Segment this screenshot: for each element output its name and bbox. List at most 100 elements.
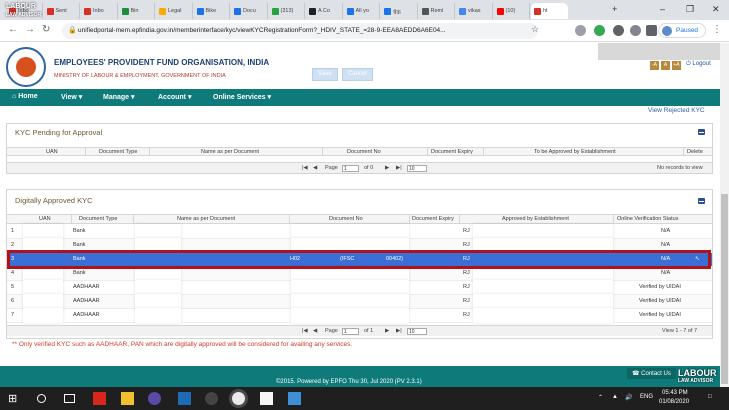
app-icon[interactable] — [288, 392, 301, 405]
app-icon[interactable] — [178, 392, 191, 405]
lock-icon: 🔒 — [68, 27, 77, 34]
col-document-no: Document No — [329, 216, 363, 222]
first-page-icon[interactable]: |◀ — [302, 165, 308, 171]
minimize-button[interactable]: – — [660, 4, 665, 14]
font-normal-button[interactable]: A — [661, 61, 670, 70]
browser-tab[interactable]: (313) — [269, 3, 305, 19]
browser-tab[interactable]: vikas — [456, 3, 493, 19]
volume-icon[interactable]: 🔊 — [625, 394, 632, 401]
font-increase-button[interactable]: +A — [672, 61, 681, 70]
next-page-icon[interactable]: ▶ — [385, 165, 389, 171]
save-button[interactable]: Save — [312, 68, 338, 81]
font-decrease-button[interactable]: -A — [650, 61, 659, 70]
scrollbar-thumb[interactable] — [721, 194, 728, 384]
browser-tab[interactable]: ht — [531, 3, 568, 19]
first-page-icon[interactable]: |◀ — [302, 328, 308, 334]
nav-view[interactable]: View ▾ — [61, 93, 82, 101]
collapse-icon[interactable] — [698, 129, 705, 135]
new-tab-button[interactable]: + — [612, 4, 617, 14]
tab-label: All yo — [355, 8, 369, 14]
nav-manage[interactable]: Manage ▾ — [103, 93, 135, 101]
page-number-input[interactable]: 1 — [342, 164, 359, 172]
tab-label: Docu — [243, 8, 256, 14]
browser-tab[interactable]: All yo — [344, 3, 380, 19]
puzzle-icon[interactable] — [646, 25, 657, 36]
close-window-button[interactable]: ✕ — [712, 4, 720, 15]
tab-favicon-icon — [459, 8, 466, 15]
windows-start-icon[interactable]: ⊞ — [8, 392, 21, 405]
browser-tab[interactable]: Bike — [194, 3, 230, 19]
cell-verification-status: N/A — [661, 228, 671, 234]
contact-us-link[interactable]: ☎ Contact Us — [627, 368, 676, 379]
prev-page-icon[interactable]: ◀ — [313, 165, 317, 171]
bookmark-star-icon[interactable]: ☆ — [531, 24, 539, 35]
page-size-select[interactable]: 10 — [407, 327, 427, 335]
nav-account[interactable]: Account ▾ — [158, 93, 191, 101]
tab-favicon-icon — [46, 8, 54, 15]
next-page-icon[interactable]: ▶ — [385, 328, 389, 334]
app-icon[interactable] — [260, 392, 273, 405]
cell-verification-status: N/A — [661, 242, 671, 248]
page-number-input[interactable]: 1 — [342, 327, 359, 335]
extension-icon[interactable] — [575, 25, 586, 36]
file-explorer-icon[interactable] — [121, 392, 134, 405]
nav-account-label: Account — [158, 94, 186, 101]
menu-dots-icon[interactable]: ⋮ — [712, 24, 722, 35]
col-name: Name as per Document — [201, 149, 260, 155]
col-document-no: Document No — [347, 149, 381, 155]
contact-label: Contact Us — [641, 371, 671, 377]
approved-title: Digitally Approved KYC — [15, 196, 93, 205]
tray-up-icon[interactable]: ⌃ — [598, 394, 603, 401]
chrome-icon[interactable] — [232, 392, 245, 405]
network-icon[interactable]: ▲ — [612, 394, 618, 400]
clock-time[interactable]: 05:43 PM — [662, 390, 688, 396]
pdf-app-icon[interactable] — [93, 392, 106, 405]
task-view-icon[interactable] — [64, 394, 75, 403]
nav-home[interactable]: ⌂ Home — [12, 93, 38, 100]
extension-icon[interactable] — [613, 25, 624, 36]
page-size-select[interactable]: 10 — [407, 164, 427, 172]
browser-tab[interactable]: Sent — [44, 3, 80, 19]
nav-online-services[interactable]: Online Services ▾ — [213, 93, 271, 101]
page-scrollbar[interactable] — [720, 43, 729, 387]
app-icon[interactable] — [148, 392, 161, 405]
url-input[interactable]: 🔒 unifiedportal-mem.epfindia.gov.in/memb… — [62, 23, 538, 39]
forward-arrow-icon[interactable]: → — [25, 24, 35, 35]
browser-tab[interactable]: चेक — [381, 3, 418, 19]
browser-tab[interactable]: A Co — [306, 3, 343, 19]
row-number: 6 — [11, 298, 15, 304]
redaction-mask — [291, 280, 409, 295]
extension-icon[interactable] — [630, 25, 641, 36]
clock-date[interactable]: 01/08/2020 — [659, 399, 689, 405]
browser-tab[interactable]: Docu — [231, 3, 268, 19]
tab-label: Bin — [130, 8, 139, 14]
browser-tab[interactable]: Inbo — [81, 3, 118, 19]
copyright-text: ©2015. Powered by EPFO Thu 30, Jul 2020 … — [276, 379, 422, 385]
redaction-mask — [23, 294, 63, 309]
notifications-icon[interactable]: □ — [708, 394, 712, 400]
last-page-icon[interactable]: ▶| — [396, 165, 402, 171]
collapse-icon[interactable] — [698, 198, 705, 204]
page-label: Page — [325, 165, 338, 171]
profile-button[interactable]: Paused — [658, 23, 706, 38]
back-arrow-icon[interactable]: ← — [8, 24, 18, 35]
search-icon[interactable] — [37, 394, 46, 403]
maximize-button[interactable]: ❐ — [686, 4, 694, 15]
kyc-pending-panel: KYC Pending for Approval UAN Document Ty… — [6, 123, 713, 174]
browser-tab[interactable]: (10) — [494, 3, 530, 19]
browser-tab[interactable]: Remi — [419, 3, 455, 19]
browser-tab[interactable]: Bin — [119, 3, 155, 19]
reload-icon[interactable]: ↻ — [42, 24, 50, 35]
prev-page-icon[interactable]: ◀ — [313, 328, 317, 334]
browser-tab[interactable]: Legal — [156, 3, 193, 19]
cancel-button[interactable]: Cancel — [342, 68, 373, 81]
extension-icon[interactable] — [594, 25, 605, 36]
last-page-icon[interactable]: ▶| — [396, 328, 402, 334]
camera-icon[interactable] — [205, 392, 218, 405]
highlight-annotation — [7, 250, 711, 269]
language-indicator[interactable]: ENG — [640, 394, 653, 400]
tab-favicon-icon — [84, 8, 91, 15]
view-rejected-kyc-link[interactable]: View Rejected KYC — [648, 107, 705, 114]
logout-link[interactable]: ⏻ Logout — [686, 61, 711, 68]
home-icon: ⌂ — [12, 93, 17, 100]
